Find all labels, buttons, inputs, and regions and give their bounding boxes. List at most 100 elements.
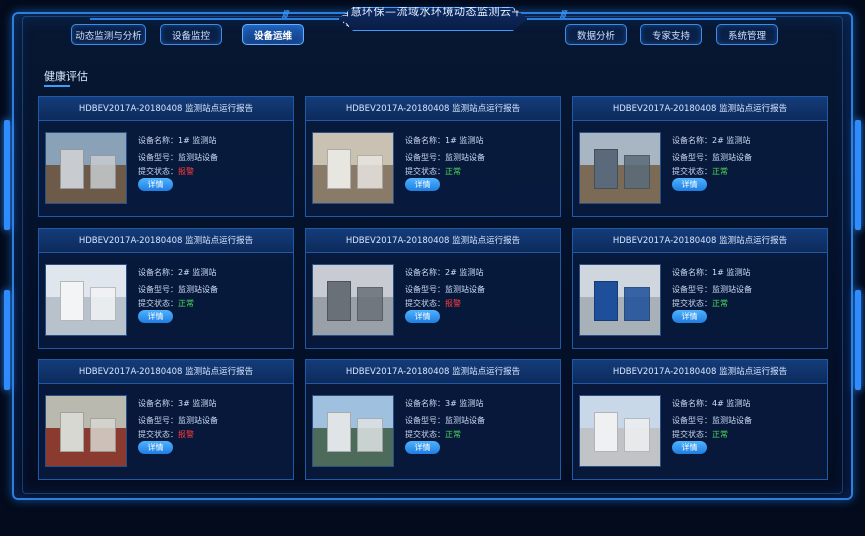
submit-status-row: 提交状态：正常	[672, 298, 728, 309]
device-name-value: 2# 监测站	[712, 136, 751, 145]
device-name-row: 设备名称：2# 监测站	[672, 135, 750, 146]
device-name-label: 设备名称：	[405, 136, 445, 145]
device-model-row: 设备型号：监测站设备	[138, 152, 218, 163]
device-name-row: 设备名称：4# 监测站	[672, 398, 750, 409]
device-model-row: 设备型号：监测站设备	[672, 284, 752, 295]
status-badge: 报警	[178, 167, 194, 176]
device-name-value: 1# 监测站	[445, 136, 484, 145]
detail-button[interactable]: 详情	[405, 310, 440, 323]
nav-device-monitoring[interactable]: 设备监控	[160, 24, 222, 45]
submit-status-label: 提交状态：	[405, 430, 445, 439]
submit-status-row: 提交状态：正常	[672, 429, 728, 440]
submit-status-row: 提交状态：报警	[138, 166, 194, 177]
status-badge: 正常	[178, 299, 194, 308]
device-model-value: 监测站设备	[712, 285, 752, 294]
report-card: HDBEV2017A-20180408 监测站点运行报告 设备名称：2# 监测站…	[38, 228, 294, 349]
device-name-row: 设备名称：1# 监测站	[405, 135, 483, 146]
submit-status-label: 提交状态：	[672, 430, 712, 439]
station-photo	[312, 264, 394, 336]
stripe-deco-left: ////	[282, 9, 290, 20]
device-name-label: 设备名称：	[138, 136, 178, 145]
device-model-value: 监测站设备	[178, 416, 218, 425]
submit-status-label: 提交状态：	[138, 299, 178, 308]
nav-data-analysis[interactable]: 数据分析	[565, 24, 627, 45]
device-model-value: 监测站设备	[178, 153, 218, 162]
status-badge: 报警	[178, 430, 194, 439]
device-name-label: 设备名称：	[138, 268, 178, 277]
card-title: HDBEV2017A-20180408 监测站点运行报告	[39, 229, 293, 253]
nav-expert-support[interactable]: 专家支持	[640, 24, 702, 45]
device-model-row: 设备型号：监测站设备	[672, 415, 752, 426]
detail-button[interactable]: 详情	[672, 310, 707, 323]
device-model-label: 设备型号：	[672, 285, 712, 294]
report-card: HDBEV2017A-20180408 监测站点运行报告 设备名称：1# 监测站…	[572, 228, 828, 349]
card-title: HDBEV2017A-20180408 监测站点运行报告	[39, 360, 293, 384]
title-line-left	[90, 18, 340, 20]
station-photo	[579, 132, 661, 204]
station-photo	[45, 395, 127, 467]
detail-button[interactable]: 详情	[672, 441, 707, 454]
card-title: HDBEV2017A-20180408 监测站点运行报告	[39, 97, 293, 121]
device-model-label: 设备型号：	[138, 153, 178, 162]
device-model-label: 设备型号：	[405, 153, 445, 162]
device-model-value: 监测站设备	[712, 153, 752, 162]
device-name-label: 设备名称：	[405, 268, 445, 277]
device-name-value: 4# 监测站	[712, 399, 751, 408]
device-model-row: 设备型号：监测站设备	[405, 284, 485, 295]
station-photo	[312, 395, 394, 467]
section-title: 健康评估	[44, 70, 88, 83]
station-photo	[579, 264, 661, 336]
detail-button[interactable]: 详情	[138, 178, 173, 191]
status-badge: 报警	[445, 299, 461, 308]
nav-device-maintenance[interactable]: 设备运维	[242, 24, 304, 45]
detail-button[interactable]: 详情	[138, 310, 173, 323]
report-card: HDBEV2017A-20180408 监测站点运行报告 设备名称：2# 监测站…	[305, 228, 561, 349]
device-model-label: 设备型号：	[138, 416, 178, 425]
status-badge: 正常	[712, 167, 728, 176]
submit-status-label: 提交状态：	[405, 299, 445, 308]
device-model-row: 设备型号：监测站设备	[405, 415, 485, 426]
detail-button[interactable]: 详情	[405, 178, 440, 191]
submit-status-label: 提交状态：	[405, 167, 445, 176]
device-name-row: 设备名称：1# 监测站	[672, 267, 750, 278]
nav-dynamic-monitoring[interactable]: 动态监测与分析	[71, 24, 146, 45]
device-name-row: 设备名称：1# 监测站	[138, 135, 216, 146]
report-card: HDBEV2017A-20180408 监测站点运行报告 设备名称：3# 监测站…	[38, 359, 294, 480]
detail-button[interactable]: 详情	[405, 441, 440, 454]
side-deco-left-lower	[4, 290, 10, 390]
detail-button[interactable]: 详情	[138, 441, 173, 454]
device-name-value: 3# 监测站	[445, 399, 484, 408]
device-model-value: 监测站设备	[712, 416, 752, 425]
app-title: 智慧环保—流域水环境动态监测云平台	[338, 7, 528, 31]
submit-status-row: 提交状态：报警	[138, 429, 194, 440]
device-name-row: 设备名称：2# 监测站	[138, 267, 216, 278]
stripe-deco-right: ////	[560, 9, 568, 20]
device-name-row: 设备名称：2# 监测站	[405, 267, 483, 278]
side-deco-right	[855, 120, 861, 230]
device-name-row: 设备名称：3# 监测站	[405, 398, 483, 409]
submit-status-label: 提交状态：	[672, 299, 712, 308]
report-card: HDBEV2017A-20180408 监测站点运行报告 设备名称：3# 监测站…	[305, 359, 561, 480]
report-card: HDBEV2017A-20180408 监测站点运行报告 设备名称：1# 监测站…	[38, 96, 294, 217]
detail-button[interactable]: 详情	[672, 178, 707, 191]
device-model-row: 设备型号：监测站设备	[138, 284, 218, 295]
station-photo	[312, 132, 394, 204]
device-name-value: 2# 监测站	[178, 268, 217, 277]
device-name-label: 设备名称：	[405, 399, 445, 408]
side-deco-left	[4, 120, 10, 230]
device-model-label: 设备型号：	[138, 285, 178, 294]
station-photo	[579, 395, 661, 467]
submit-status-row: 提交状态：正常	[138, 298, 194, 309]
submit-status-label: 提交状态：	[138, 430, 178, 439]
nav-system-management[interactable]: 系统管理	[716, 24, 778, 45]
report-card: HDBEV2017A-20180408 监测站点运行报告 设备名称：2# 监测站…	[572, 96, 828, 217]
device-model-label: 设备型号：	[672, 153, 712, 162]
report-card: HDBEV2017A-20180408 监测站点运行报告 设备名称：1# 监测站…	[305, 96, 561, 217]
device-name-label: 设备名称：	[672, 268, 712, 277]
device-name-value: 1# 监测站	[178, 136, 217, 145]
device-model-row: 设备型号：监测站设备	[138, 415, 218, 426]
device-name-label: 设备名称：	[672, 399, 712, 408]
device-name-label: 设备名称：	[138, 399, 178, 408]
card-title: HDBEV2017A-20180408 监测站点运行报告	[573, 97, 827, 121]
status-badge: 正常	[712, 430, 728, 439]
